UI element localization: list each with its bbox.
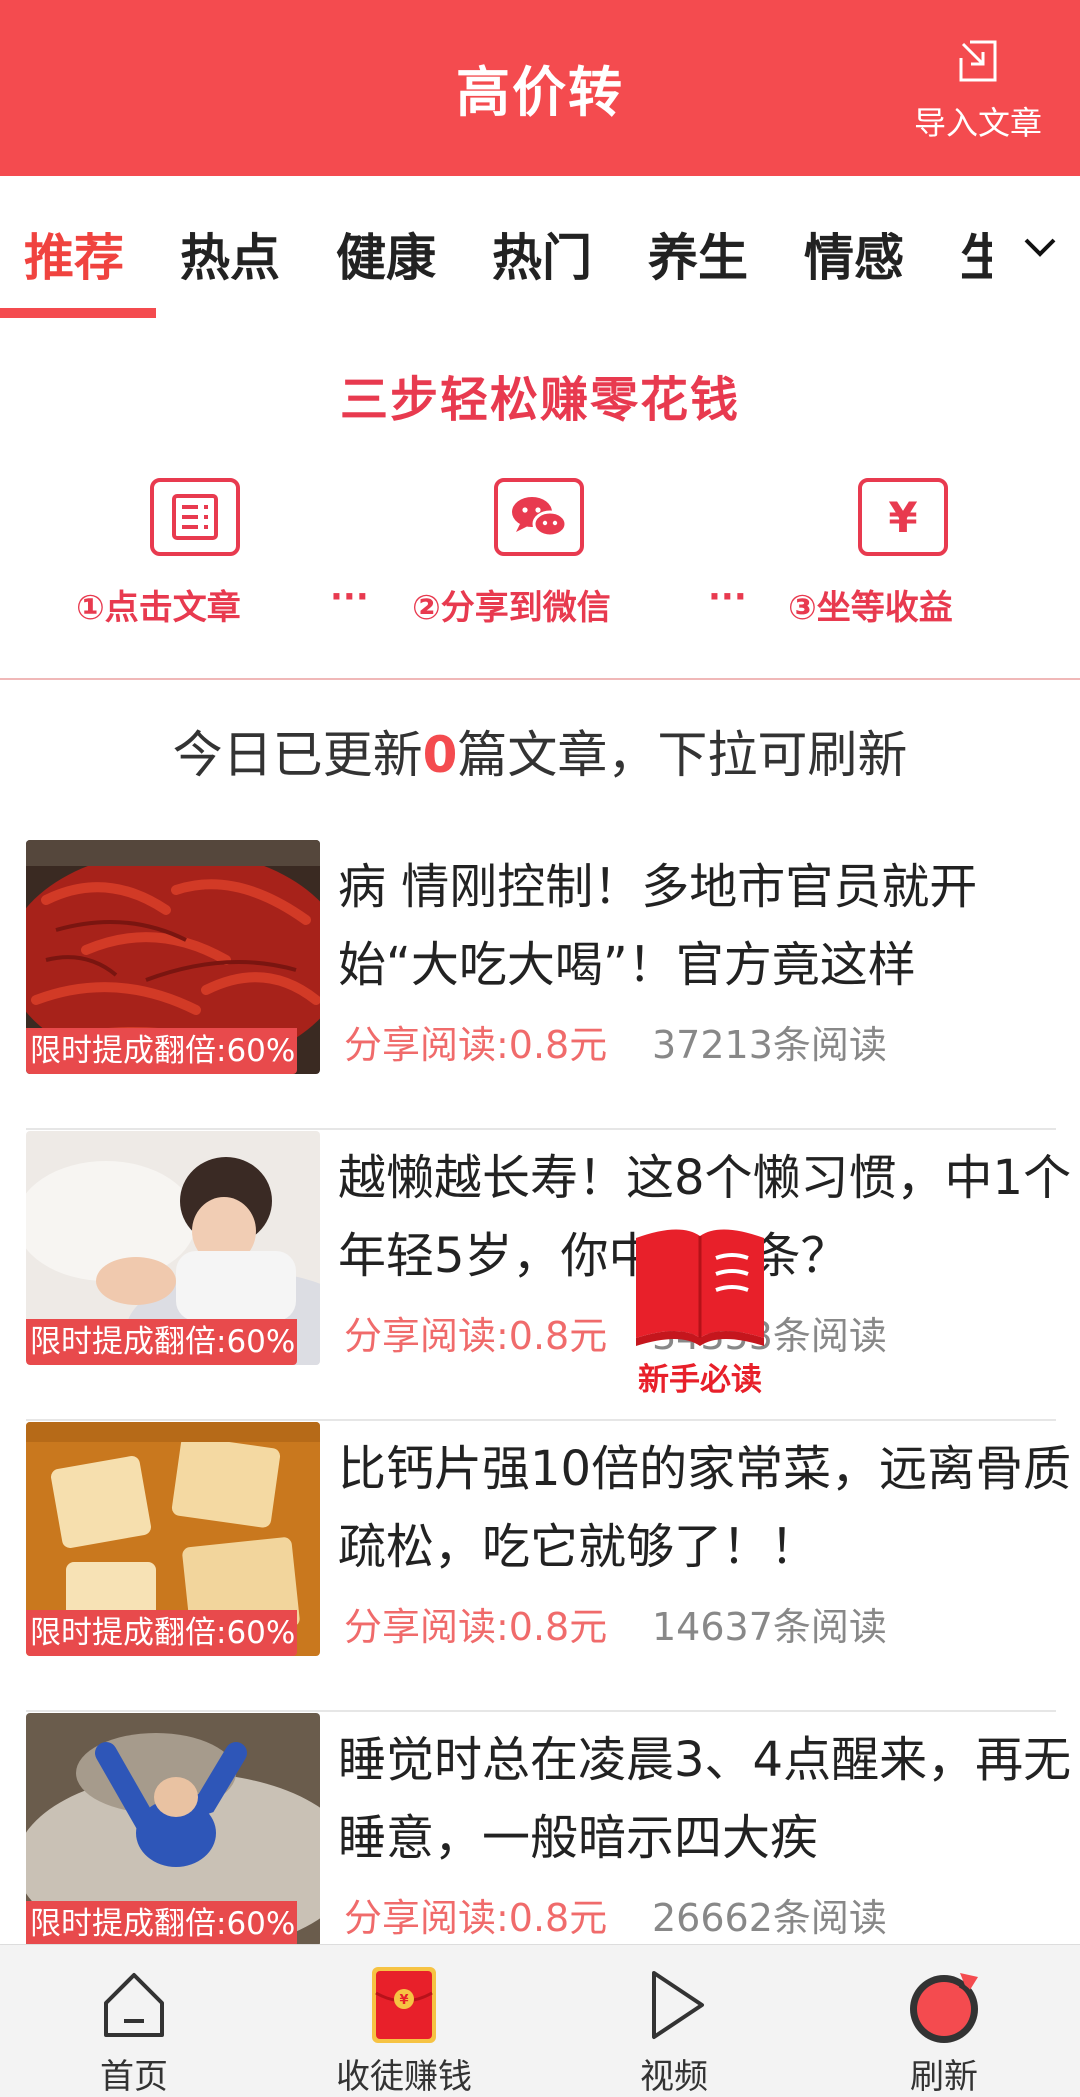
divider xyxy=(26,1128,1056,1130)
article-thumbnail: 限时提成翻倍:60% xyxy=(26,840,320,1074)
tab-health[interactable]: 健康 xyxy=(336,218,436,290)
nav-recruit-earn-label: 收徒赚钱 xyxy=(336,2057,472,2097)
article-item[interactable]: 限时提成翻倍:60% 病 情刚控制！多地市官员就开始“大吃大喝”！官方竟这样 分… xyxy=(26,840,1056,1130)
steps-title: 三步轻松赚零花钱 xyxy=(339,372,740,428)
active-tab-indicator xyxy=(0,308,156,318)
tab-emotion[interactable]: 情感 xyxy=(804,218,904,290)
share-reward: 分享阅读:0.8元 xyxy=(344,1605,608,1649)
share-reward: 分享阅读:0.8元 xyxy=(344,1896,608,1940)
three-steps-panel: 三步轻松赚零花钱 ¥ ①点击文章 ··· ②分享到微信 ··· ③坐等收益 xyxy=(0,322,1080,680)
article-thumbnail: 限时提成翻倍:60% xyxy=(26,1713,320,1947)
nav-refresh[interactable]: 刷新 xyxy=(844,1963,1044,2097)
play-icon xyxy=(652,1971,704,2039)
step-separator: ··· xyxy=(330,577,369,617)
update-notice: 今日已更新0篇文章，下拉可刷新 xyxy=(0,715,1080,787)
article-title: 比钙片强10倍的家常菜，远离骨质疏松，吃它就够了！！ xyxy=(338,1441,1072,1575)
tab-popular[interactable]: 热门 xyxy=(492,218,592,290)
read-count: 14637条阅读 xyxy=(652,1605,887,1649)
share-reward: 分享阅读:0.8元 xyxy=(344,1023,608,1067)
tab-wellness[interactable]: 养生 xyxy=(648,218,748,290)
article-item[interactable]: 限时提成翻倍:60% 越懒越长寿！这8个懒习惯，中1个年轻5岁，你中了几条？ 分… xyxy=(26,1131,1071,1421)
divider xyxy=(26,1419,1056,1421)
tab-hot-topics[interactable]: 热点 xyxy=(180,218,280,290)
nav-video[interactable]: 视频 xyxy=(574,1963,774,2097)
step-2-label: ②分享到微信 xyxy=(412,588,611,628)
import-article-label: 导入文章 xyxy=(913,104,1042,142)
article-title: 睡觉时总在凌晨3、4点醒来，再无睡意，一般暗示四大疾 xyxy=(338,1732,1072,1866)
article-item[interactable]: 限时提成翻倍:60% 比钙片强10倍的家常菜，远离骨质疏松，吃它就够了！！ 分享… xyxy=(26,1422,1071,1712)
nav-recruit-earn[interactable]: ¥ 收徒赚钱 xyxy=(304,1963,504,2097)
commission-badge: 限时提成翻倍:60% xyxy=(26,1028,298,1074)
commission-badge: 限时提成翻倍:60% xyxy=(26,1319,298,1365)
commission-badge: 限时提成翻倍:60% xyxy=(26,1901,298,1947)
nav-refresh-label: 刷新 xyxy=(910,2057,978,2097)
share-reward: 分享阅读:0.8元 xyxy=(344,1314,608,1358)
red-envelope-icon: ¥ xyxy=(372,1967,436,2043)
yuan-icon: ¥ xyxy=(858,478,948,556)
divider xyxy=(26,1710,1056,1712)
update-count: 0 xyxy=(422,726,458,784)
bottom-nav: 首页 ¥ 收徒赚钱 视频 刷新 xyxy=(0,1944,1080,2097)
step-separator: ··· xyxy=(708,577,747,617)
import-icon xyxy=(959,40,997,82)
update-notice-suffix: 篇文章，下拉可刷新 xyxy=(457,726,908,784)
newbie-guide-label: 新手必读 xyxy=(638,1362,762,1398)
article-icon xyxy=(150,478,240,556)
tab-recommend[interactable]: 推荐 xyxy=(24,218,124,290)
nav-home-label: 首页 xyxy=(100,2057,168,2097)
step-1-label: ①点击文章 xyxy=(76,588,241,628)
newbie-guide-button[interactable]: 新手必读 xyxy=(620,1218,780,1398)
svg-text:¥: ¥ xyxy=(888,493,917,542)
step-3-label: ③坐等收益 xyxy=(788,588,953,628)
svg-text:¥: ¥ xyxy=(399,1993,408,2008)
article-thumbnail: 限时提成翻倍:60% xyxy=(26,1422,320,1656)
wechat-icon xyxy=(494,478,584,556)
update-notice-prefix: 今日已更新 xyxy=(172,726,423,784)
book-icon xyxy=(636,1229,764,1346)
chevron-down-icon[interactable] xyxy=(1022,236,1058,260)
article-thumbnail: 限时提成翻倍:60% xyxy=(26,1131,320,1365)
import-article-button[interactable]: 导入文章 xyxy=(898,38,1058,148)
nav-home[interactable]: 首页 xyxy=(34,1963,234,2097)
nav-video-label: 视频 xyxy=(640,2057,708,2097)
read-count: 37213条阅读 xyxy=(652,1023,887,1067)
read-count: 26662条阅读 xyxy=(652,1896,887,1940)
article-item[interactable]: 限时提成翻倍:60% 睡觉时总在凌晨3、4点醒来，再无睡意，一般暗示四大疾 分享… xyxy=(26,1713,1071,1981)
refresh-icon xyxy=(910,1973,978,2043)
app-header: 高价转 导入文章 xyxy=(0,0,1080,176)
article-title: 病 情刚控制！多地市官员就开始“大吃大喝”！官方竟这样 xyxy=(338,859,978,993)
commission-badge: 限时提成翻倍:60% xyxy=(26,1610,298,1656)
home-icon xyxy=(104,1973,164,2037)
category-tabs: 推荐 热点 健康 热门 养生 情感 生 xyxy=(0,176,1080,322)
